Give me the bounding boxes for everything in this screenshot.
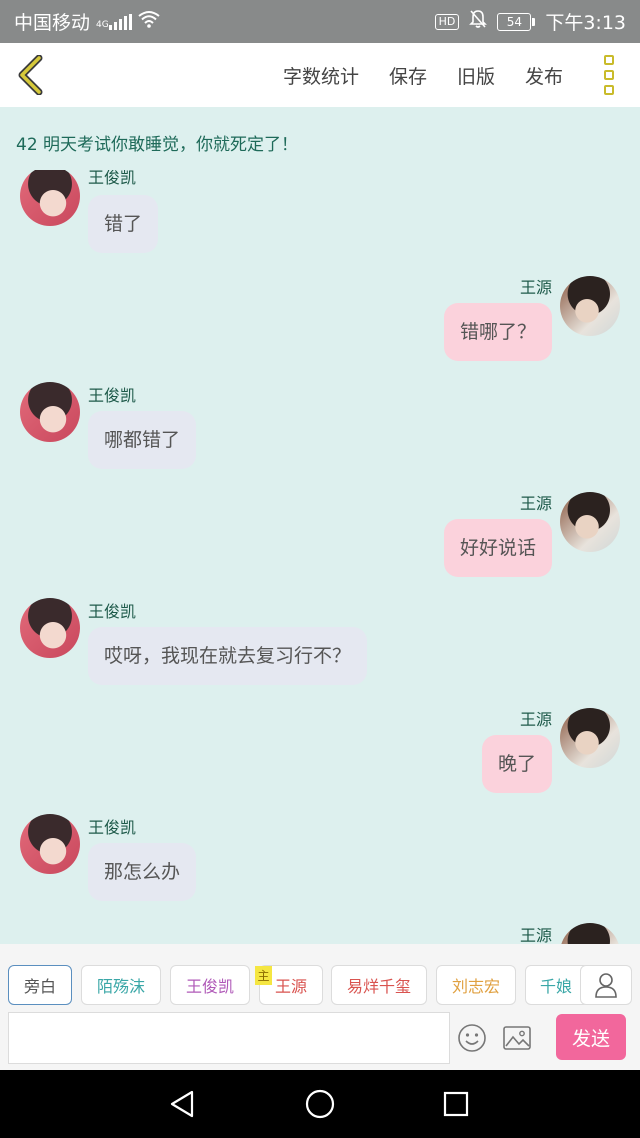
circle-home-icon xyxy=(305,1089,335,1119)
send-button[interactable]: 发送 xyxy=(556,1014,626,1060)
avatar[interactable] xyxy=(560,708,620,768)
character-label: 易烊千玺 xyxy=(346,977,411,996)
square-recents-icon xyxy=(443,1091,469,1117)
bell-off-icon xyxy=(469,9,488,34)
sender-name: 王俊凯 xyxy=(88,170,137,187)
sender-name: 王源 xyxy=(519,926,552,944)
image-button[interactable] xyxy=(501,1022,533,1054)
sender-name: 王源 xyxy=(519,494,552,513)
sender-name: 王源 xyxy=(519,278,552,297)
character-label: 旁白 xyxy=(23,977,56,996)
hd-badge: HD xyxy=(434,13,460,30)
character-chip[interactable]: 王俊凯 xyxy=(170,965,250,1005)
chapter-title: 42 明天考试你敢睡觉，你就死定了！ xyxy=(16,135,299,155)
battery-level: 54 xyxy=(506,14,522,29)
nav-back-button[interactable] xyxy=(162,1084,202,1124)
word-count-button[interactable]: 字数统计 xyxy=(268,62,374,89)
message-bubble[interactable]: 晚了 xyxy=(481,735,552,793)
main-role-badge: 主 xyxy=(255,966,272,985)
battery-icon: 54 xyxy=(497,12,536,31)
message-bubble[interactable]: 哪都错了 xyxy=(88,411,197,469)
signal-icon: 4G xyxy=(96,13,132,30)
character-chip[interactable]: 陌殇沫 xyxy=(81,965,161,1005)
more-options-icon xyxy=(604,55,614,65)
character-label: 王俊凯 xyxy=(185,977,234,996)
sender-name: 王俊凯 xyxy=(88,602,137,621)
emoji-button[interactable] xyxy=(456,1022,488,1054)
message-bubble[interactable]: 错哪了？ xyxy=(443,303,552,361)
message-bubble[interactable]: 错了 xyxy=(88,195,159,253)
character-chip[interactable]: 刘志宏 xyxy=(436,965,516,1005)
character-manage-button[interactable] xyxy=(580,965,632,1005)
old-version-button[interactable]: 旧版 xyxy=(442,62,510,89)
time-label: 下午3:13 xyxy=(545,12,626,34)
avatar[interactable] xyxy=(560,276,620,336)
status-bar: 中国移动 4G HD 54 下午3:13 xyxy=(0,0,640,43)
chat-area[interactable]: 王俊凯 错了 王源 错哪了？ 王俊凯 哪都错了 王源 好好说话 王俊凯 哎呀，我… xyxy=(0,170,640,944)
character-label: 陌殇沫 xyxy=(96,977,145,996)
more-options-button[interactable] xyxy=(578,43,640,107)
system-nav-bar xyxy=(0,1070,640,1138)
user-icon xyxy=(595,973,617,998)
back-button[interactable] xyxy=(0,43,60,107)
top-toolbar: 字数统计 保存 旧版 发布 xyxy=(0,43,640,107)
emoji-icon xyxy=(458,1024,486,1052)
avatar[interactable] xyxy=(20,598,80,658)
character-chip[interactable]: 易烊千玺 xyxy=(331,965,427,1005)
sender-name: 王源 xyxy=(519,710,552,729)
image-icon xyxy=(503,1026,531,1050)
avatar[interactable] xyxy=(560,492,620,552)
character-label: 刘志宏 xyxy=(451,977,500,996)
avatar[interactable] xyxy=(20,382,80,442)
character-label: 千娘 xyxy=(540,977,573,996)
message-bubble[interactable]: 好好说话 xyxy=(443,519,552,577)
avatar[interactable] xyxy=(20,170,80,226)
publish-button[interactable]: 发布 xyxy=(510,62,578,89)
message-input[interactable] xyxy=(8,1012,450,1064)
character-narrator[interactable]: 旁白 xyxy=(8,965,72,1005)
carrier-label: 中国移动 xyxy=(14,12,91,34)
character-label: 王源 xyxy=(274,977,307,996)
back-chevron-icon xyxy=(18,55,43,95)
network-type: 4G xyxy=(96,19,109,30)
sender-name: 王俊凯 xyxy=(88,386,137,405)
triangle-back-icon xyxy=(170,1090,194,1118)
avatar[interactable] xyxy=(20,814,80,874)
character-selector: 旁白 陌殇沫 王俊凯 王源 主 易烊千玺 刘志宏 千娘 xyxy=(0,944,640,1010)
sender-name: 王俊凯 xyxy=(88,818,137,837)
wifi-icon xyxy=(138,10,160,33)
message-bubble[interactable]: 哎呀，我现在就去复习行不？ xyxy=(88,627,368,685)
nav-recents-button[interactable] xyxy=(436,1084,476,1124)
input-bar: 发送 xyxy=(0,1010,640,1070)
nav-home-button[interactable] xyxy=(300,1084,340,1124)
message-bubble[interactable]: 那怎么办 xyxy=(88,843,197,901)
save-button[interactable]: 保存 xyxy=(374,62,442,89)
avatar[interactable] xyxy=(560,923,620,944)
